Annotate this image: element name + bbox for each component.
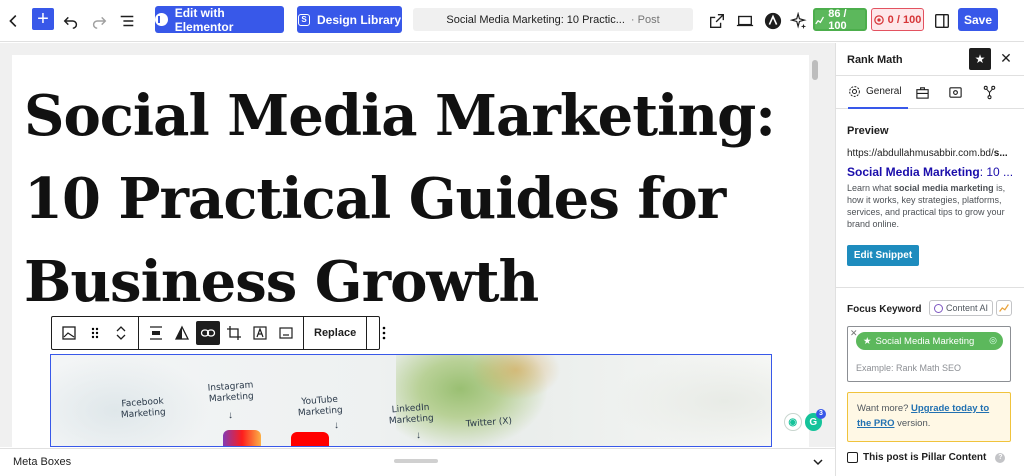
astra-logo-icon [764, 12, 782, 30]
readability-score-badge[interactable]: 0 / 100 [871, 8, 924, 31]
duotone-icon[interactable] [170, 321, 194, 345]
ai-assistant-button[interactable] [787, 9, 811, 33]
pillar-content-checkbox[interactable] [847, 452, 858, 463]
sparkle-icon [790, 12, 807, 30]
image-label-linkedin: LinkedIn Marketing [388, 402, 435, 427]
preview-url: https://abdullahmusabbir.com.bd/s... [847, 148, 1008, 159]
preview-heading: Preview [847, 125, 889, 137]
focus-keyword-label: Focus Keyword [847, 304, 922, 315]
text-overlay-icon[interactable] [248, 321, 272, 345]
sidebar-title: Rank Math [847, 54, 903, 66]
align-icon[interactable] [144, 321, 168, 345]
content-ai-icon [933, 303, 943, 313]
external-link-icon [710, 14, 724, 28]
meta-boxes-bar[interactable]: Meta Boxes [0, 448, 835, 476]
help-icon[interactable]: ? [995, 452, 1006, 463]
edit-with-elementor-button[interactable]: Edit with Elementor [155, 6, 284, 34]
pillar-content-option[interactable]: This post is Pillar Content ? [847, 452, 1006, 463]
undo-icon [63, 16, 78, 29]
divider [836, 287, 1024, 288]
view-post-button[interactable] [705, 9, 729, 33]
edit-snippet-button[interactable]: Edit Snippet [847, 245, 919, 266]
image-label-instagram: Instagram Marketing [207, 380, 255, 405]
editor-top-bar: + Edit with Elementor S Design Library S… [0, 0, 1024, 42]
instagram-app-icon [223, 430, 261, 446]
image-label-youtube: YouTube Marketing [297, 394, 344, 419]
seo-score-badge[interactable]: 86 / 100 [813, 8, 867, 32]
tab-schema-icon[interactable] [982, 85, 997, 100]
plus-icon: + [37, 8, 49, 30]
caption-icon[interactable] [274, 321, 298, 345]
tab-advanced-toolbox-icon[interactable] [915, 85, 930, 100]
pin-star-icon[interactable]: ★ [969, 48, 991, 70]
post-canvas: Social Media Marketing: 10 Practical Gui… [12, 55, 809, 447]
upgrade-notice: Want more? Upgrade today to the PRO vers… [847, 392, 1011, 442]
keyword-tag[interactable]: ★ Social Media Marketing ◎ [856, 332, 1003, 350]
add-block-button[interactable]: + [32, 8, 54, 30]
drag-handle-icon[interactable] [83, 321, 107, 345]
sidebar-tabs: General [836, 75, 1024, 109]
move-up-down-icon[interactable] [109, 321, 133, 345]
focus-keyword-input[interactable]: ✕ ★ Social Media Marketing ◎ Example: Ra… [847, 326, 1011, 382]
image-label-facebook: Facebook Marketing [120, 396, 167, 421]
sidebar-icon [935, 14, 949, 28]
content-ai-button[interactable]: Content AI [929, 300, 993, 316]
preview-device-button[interactable] [733, 9, 757, 33]
gear-icon [849, 86, 860, 97]
document-bar[interactable]: Social Media Marketing: 10 Practic... · … [413, 8, 693, 31]
save-button[interactable]: Save [958, 8, 998, 31]
readability-icon [873, 14, 884, 25]
more-options-icon[interactable] [372, 321, 396, 345]
featured-image-block[interactable]: Facebook Marketing Instagram Marketing ↓… [50, 354, 772, 447]
tab-general[interactable]: General [848, 76, 908, 109]
primary-star-icon: ★ [863, 335, 872, 347]
tab-social-icon[interactable] [948, 85, 963, 100]
replace-button[interactable]: Replace [308, 327, 362, 339]
list-view-icon [120, 15, 134, 27]
editor-canvas: Social Media Marketing: 10 Practical Gui… [0, 43, 835, 447]
youtube-app-icon [291, 432, 329, 446]
resize-handle[interactable] [394, 459, 438, 463]
redo-button[interactable] [87, 9, 111, 33]
editor-scrollbar[interactable] [812, 60, 818, 80]
post-title[interactable]: Social Media Marketing: 10 Practical Gui… [24, 75, 794, 324]
redo-icon [92, 16, 107, 29]
chart-icon [815, 16, 825, 24]
keyword-trends-icon[interactable] [996, 300, 1012, 316]
design-library-button[interactable]: S Design Library [297, 6, 402, 33]
grammarly-widget[interactable]: ◉ G3 [784, 409, 826, 435]
meta-boxes-label: Meta Boxes [13, 456, 72, 468]
back-chevron-icon[interactable] [2, 9, 26, 33]
desktop-icon [736, 15, 754, 27]
elementor-icon [155, 13, 168, 26]
document-overview-button[interactable] [115, 9, 139, 33]
image-block-icon[interactable] [57, 321, 81, 345]
design-library-icon: S [297, 13, 310, 26]
link-icon[interactable] [196, 321, 220, 345]
block-toolbar: Replace [51, 316, 386, 350]
settings-sidebar-toggle[interactable] [930, 9, 954, 33]
preview-description: Learn what social media marketing is, ho… [847, 183, 1006, 229]
keyword-eye-icon[interactable]: ◎ [989, 335, 997, 346]
grammarly-icon[interactable]: G3 [804, 409, 826, 431]
preview-title[interactable]: Social Media Marketing: 10 ... [847, 165, 1019, 179]
keyword-placeholder: Example: Rank Math SEO [856, 363, 962, 373]
crop-icon[interactable] [222, 321, 246, 345]
rank-math-sidebar: Rank Math ★ ✕ General Preview https://ab… [835, 43, 1024, 476]
undo-button[interactable] [59, 9, 83, 33]
close-icon[interactable]: ✕ [999, 51, 1013, 65]
astra-button[interactable] [761, 9, 785, 33]
chevron-down-icon[interactable] [811, 455, 825, 469]
suggestion-bulb-icon[interactable]: ◉ [784, 413, 802, 431]
